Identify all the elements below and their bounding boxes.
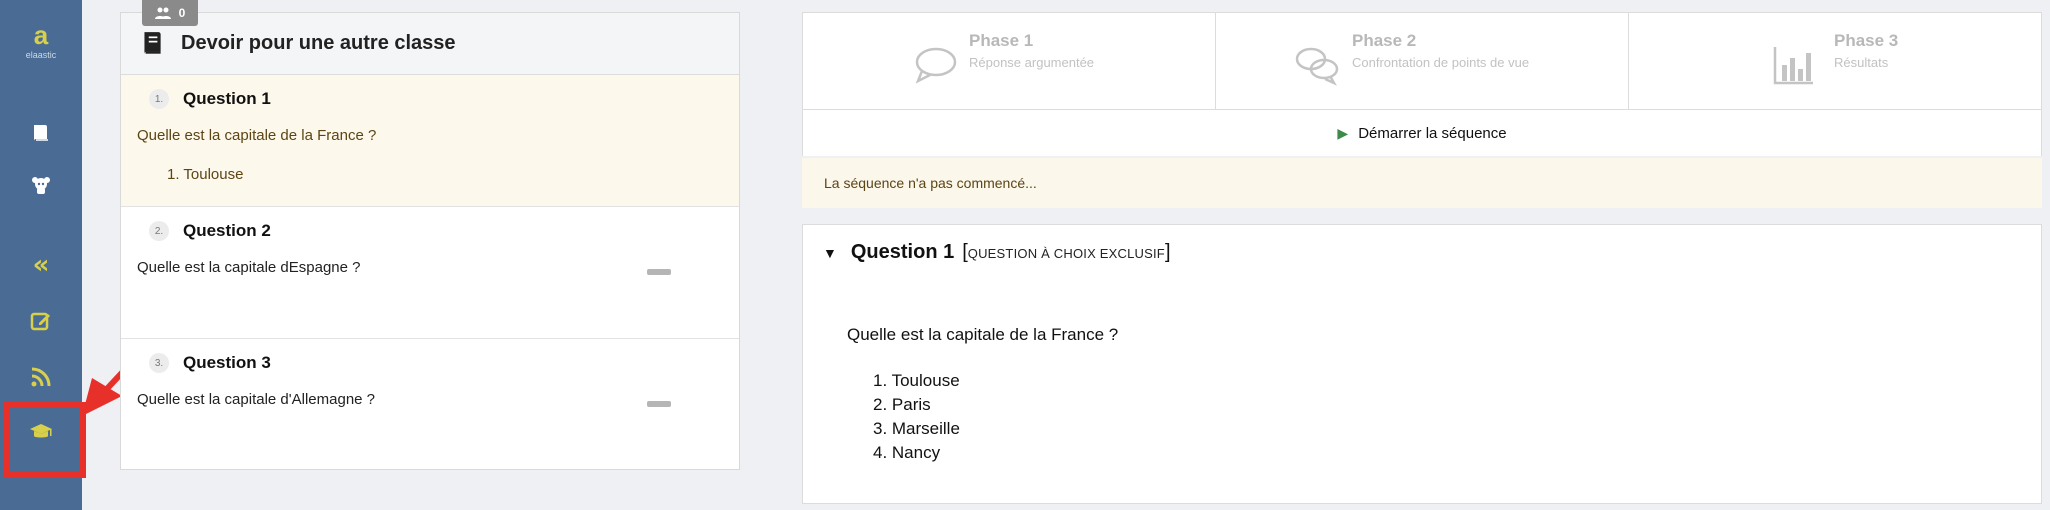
collapse-icon[interactable]: « [26,250,56,280]
phase-subtitle: Réponse argumentée [969,55,1095,70]
question-number: 2. [149,221,169,241]
question-answer: 1. Toulouse [167,166,244,183]
assignment-title: Devoir pour une autre classe [181,32,456,54]
brand-text: elaastic [25,50,57,60]
phase-name: Phase 1 [969,31,1034,50]
phase-1[interactable]: Phase 1 Réponse argumentée [803,13,1216,109]
speech-bubble-icon [913,43,959,94]
question-title: Question 3 [183,353,271,372]
bracket-open: [QUESTION À CHOIX EXCLUSIF] [962,241,1171,263]
question-text: Quelle est la capitale de la France ? [137,127,377,144]
edit-icon[interactable] [26,306,56,336]
team-icon[interactable] [26,170,56,200]
phase-subtitle: Résultats [1834,55,1889,70]
question-card-title: Question 1 [850,241,955,263]
question-number: 3. [149,353,169,373]
start-sequence-label: Démarrer la séquence [1358,124,1507,142]
option-item: 4. Nancy [873,443,941,462]
panel-header: Devoir pour une autre classe [121,13,739,75]
learners-count: 0 [178,6,186,20]
phase-name: Phase 2 [1352,31,1417,50]
conversation-icon [1294,43,1340,94]
question-item-1[interactable]: 1. Question 1 Quelle est la capitale de … [121,75,739,207]
question-title: Question 2 [183,221,271,240]
caret-down-icon[interactable]: ▼ [823,245,837,261]
start-sequence-button[interactable]: ▶ Démarrer la séquence [802,110,2042,156]
play-icon: ▶ [1337,124,1349,141]
brand-mark: a [33,20,49,50]
annotation-highlight-box [4,402,86,478]
question-item-2[interactable]: 2. Question 2 Quelle est la capitale dEs… [121,207,739,339]
rss-icon[interactable] [26,362,56,392]
collapse-minus-icon[interactable] [647,401,671,407]
sequence-status: La séquence n'a pas commencé... [802,158,2042,208]
option-item: 1. Toulouse [873,371,960,390]
options-list: 1. Toulouse 2. Paris 3. Marseille 4. Nan… [873,369,960,465]
learners-count-badge: 0 [142,0,198,26]
option-item: 2. Paris [873,395,931,414]
book-icon [143,31,161,54]
option-item: 3. Marseille [873,419,960,438]
question-item-3[interactable]: 3. Question 3 Quelle est la capitale d'A… [121,339,739,470]
users-icon [154,7,171,19]
collapse-minus-icon[interactable] [647,269,671,275]
question-number: 1. [149,89,169,109]
question-title: Question 1 [183,89,271,108]
phases-bar: Phase 1 Réponse argumentée Phase 2 Confr… [802,12,2042,110]
phase-2[interactable]: Phase 2 Confrontation de points de vue [1216,13,1629,109]
brand-logo[interactable]: a elaastic [0,22,82,60]
book-icon[interactable] [26,118,56,148]
question-type: QUESTION À CHOIX EXCLUSIF [967,246,1165,261]
assignment-panel: Devoir pour une autre classe 1. Question… [120,12,740,470]
phase-name: Phase 3 [1834,31,1899,50]
bar-chart-icon [1771,43,1817,94]
question-card-text: Quelle est la capitale de la France ? [847,325,1119,344]
phase-3[interactable]: Phase 3 Résultats [1629,13,2041,109]
question-card: ▼ Question 1 [QUESTION À CHOIX EXCLUSIF]… [802,224,2042,504]
phase-subtitle: Confrontation de points de vue [1352,55,1530,70]
